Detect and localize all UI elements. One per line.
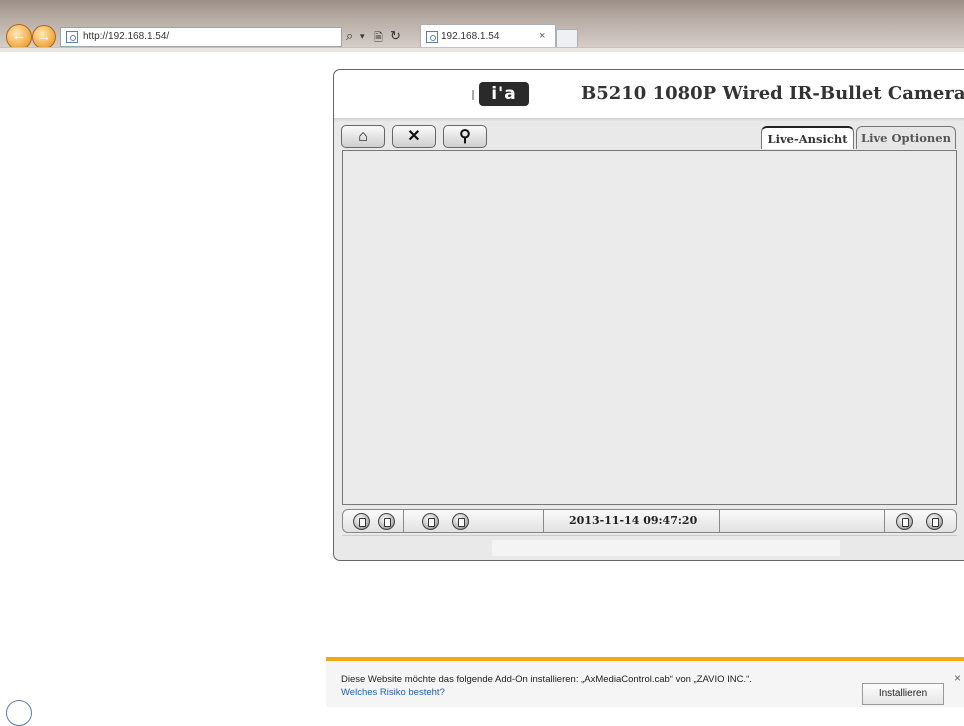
browser-chrome: ← → http://192.168.1.54/ ⌕ ▾ 🗎 ↻ 192.168… (0, 0, 964, 52)
address-url[interactable]: http://192.168.1.54/ (83, 31, 169, 42)
favicon-icon (66, 31, 78, 43)
refresh-icon[interactable]: ↻ (390, 28, 401, 44)
addon-message: Diese Website möchte das folgende Add-On… (341, 674, 752, 685)
brand-logo: i'a (472, 82, 529, 106)
pause-button[interactable] (353, 513, 370, 530)
close-icon[interactable]: × (954, 671, 961, 685)
back-button[interactable]: ← (6, 24, 32, 50)
control-divider (719, 510, 720, 532)
dropdown-icon[interactable]: ▾ (360, 31, 365, 42)
magnifier-icon: ⚲ (459, 128, 471, 145)
compatibility-view-icon[interactable]: 🗎 (374, 29, 383, 48)
snapshot-button[interactable] (452, 513, 469, 530)
tab-title: 192.168.1.54 (441, 31, 500, 42)
camera-panel: i'a B5210 1080P Wired IR-Bullet Camera ⌂… (333, 69, 964, 561)
new-tab-button[interactable] (556, 29, 578, 49)
header-divider (334, 118, 964, 122)
address-tools: ⌕ ▾ 🗎 ↻ (342, 27, 418, 47)
status-field (492, 540, 840, 556)
control-divider (543, 510, 544, 532)
panel-header: i'a B5210 1080P Wired IR-Bullet Camera (334, 70, 964, 118)
search-button[interactable]: ⚲ (443, 125, 487, 148)
datetime-display: 2013-11-14 09:47:20 (569, 514, 698, 527)
status-circle-icon (6, 700, 32, 726)
tab-favicon-icon (426, 31, 438, 43)
forward-button[interactable]: → (32, 25, 56, 49)
control-divider (403, 510, 404, 532)
playback-controls: 2013-11-14 09:47:20 (342, 509, 957, 533)
browser-tab[interactable]: 192.168.1.54 × (420, 24, 556, 50)
risk-link[interactable]: Welches Risiko besteht? (341, 687, 445, 698)
record-button[interactable] (422, 513, 439, 530)
address-bar[interactable]: http://192.168.1.54/ (60, 27, 342, 47)
fullscreen-button[interactable] (926, 513, 943, 530)
tab-live-options[interactable]: Live Optionen (856, 126, 956, 149)
control-divider (884, 510, 885, 532)
home-button[interactable]: ⌂ (341, 125, 385, 148)
zoom-button[interactable] (896, 513, 913, 530)
addon-notification-bar: Diese Website möchte das folgende Add-On… (326, 657, 964, 707)
stop-button[interactable] (378, 513, 395, 530)
tab-close-icon[interactable]: × (539, 30, 545, 42)
page-title: B5210 1080P Wired IR-Bullet Camera (581, 83, 964, 104)
settings-button[interactable]: ✕ (392, 125, 436, 148)
tools-icon: ✕ (407, 128, 421, 145)
search-icon[interactable]: ⌕ (346, 28, 353, 44)
live-video-area[interactable] (342, 150, 957, 505)
home-icon: ⌂ (358, 128, 368, 145)
status-bar (342, 535, 957, 556)
tab-live-view[interactable]: Live-Ansicht (761, 126, 854, 149)
install-button[interactable]: Installieren (862, 683, 944, 705)
